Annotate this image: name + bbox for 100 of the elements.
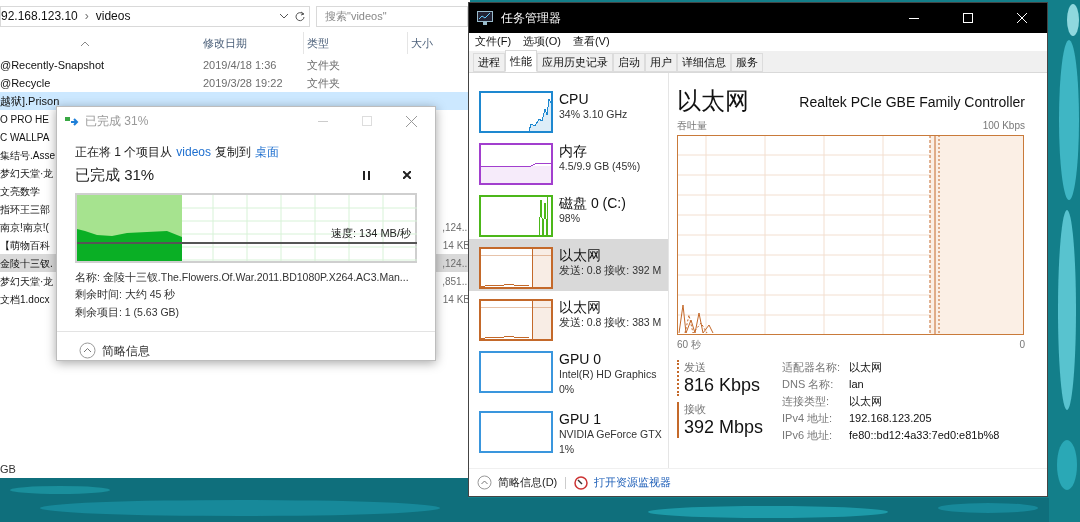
minimize-icon[interactable] [909,17,919,19]
refresh-icon[interactable] [294,10,305,22]
modified-date: 2019/3/28 19:22 [203,76,283,89]
breadcrumb-separator: › [84,8,89,25]
column-header[interactable]: 大小 [408,32,470,54]
menu-item[interactable]: 选项(O) [523,32,561,50]
file-name[interactable]: 【萌物百科 [0,236,56,254]
property-label: IPv4 地址: [782,411,834,426]
resource-stat: 0% [559,382,576,397]
resource-stat: 1% [559,442,576,457]
file-type: 文件夹 [307,58,340,71]
tab[interactable]: 进程 [473,53,505,72]
axis-time-right: 0 [1019,338,1025,352]
property-label: 适配器名称: [782,360,842,375]
detail-line: 剩余时间: 大约 45 秒 [75,287,177,303]
property-label: DNS 名称: [782,377,835,392]
resource-stat: NVIDIA GeForce GTX [559,427,662,442]
tab[interactable]: 服务 [731,53,763,72]
tab[interactable]: 性能 [505,50,537,72]
axis-max: 100 Kbps [982,119,1025,133]
file-row[interactable]: @Recently-Snapshot 2019/4/18 1:36 文件夹 [0,56,470,74]
task-manager-icon [477,11,493,25]
file-name: 越狱].Prison [0,94,60,107]
resource-item[interactable]: 以太网 发送: 0.8 接收: 383 M [469,291,668,343]
window-title: 任务管理器 [501,10,561,27]
property-value: 以太网 [849,360,883,375]
axis-time-left: 60 秒 [677,338,701,352]
folder-link[interactable]: videos [176,143,212,161]
column-header[interactable]: 修改日期 [200,32,304,54]
cancel-icon[interactable] [403,171,411,180]
resource-stat: 34% 3.10 GHz [559,107,628,122]
summary-toggle[interactable]: 简略信息 [102,341,150,360]
stat-label: 接收 [684,402,707,416]
file-size: ,851... [441,274,470,289]
tab[interactable]: 启动 [613,53,645,72]
file-size: ,124... [441,220,470,235]
breadcrumb[interactable]: 92.168.123.10 [1,7,78,25]
collapse-icon[interactable] [79,342,96,360]
tab[interactable]: 用户 [645,53,677,72]
search-field[interactable]: 搜索"videos" [316,5,468,27]
collapse-icon[interactable] [477,475,492,490]
resource-name: 以太网 [559,247,602,263]
file-name[interactable]: 金陵十三钗. [0,254,56,272]
gauge-icon [574,475,589,490]
detail-line: 名称: 金陵十三钗.The.Flowers.Of.War.2011.BD1080P.X264.AC3.Man... [75,269,410,285]
resource-name: 内存 [559,143,588,159]
file-name[interactable]: 集结号.Asse [0,146,56,164]
resource-stat: Intel(R) HD Graphics [559,367,657,382]
resource-name: 磁盘 0 (C:) [559,195,626,211]
resource-stat: 发送: 0.8 接收: 383 M [559,315,662,330]
resource-item[interactable]: 磁盘 0 (C:) 98% [469,187,668,239]
pause-icon[interactable] [363,170,370,180]
file-size: ,124... [436,254,470,272]
resource-item[interactable]: GPU 1 NVIDIA GeForce GTX 1% [469,403,668,463]
file-name[interactable]: 梦幻天堂·龙 [0,272,56,290]
resource-item[interactable]: GPU 0 Intel(R) HD Graphics 0% [469,343,668,403]
menu-item[interactable]: 文件(F) [475,32,512,50]
resource-name: GPU 1 [559,411,602,427]
tab[interactable]: 应用历史记录 [537,53,613,72]
file-type: 文件夹 [307,76,340,89]
copy-icon [65,116,79,126]
property-value: 以太网 [849,394,883,409]
menu-item[interactable]: 查看(V) [572,32,610,50]
axis-label: 吞吐量 [677,119,707,133]
resource-name: GPU 0 [559,351,602,367]
detail-title: 以太网 [677,87,749,115]
file-name[interactable]: 文档1.docx [0,290,56,308]
file-name[interactable]: 文亮数学 [0,182,56,200]
speed-label: 速度: 134 MB/秒 [330,225,411,241]
property-label: IPv6 地址: [782,428,834,443]
file-name[interactable]: 指环王三部 [0,200,56,218]
file-row[interactable]: @Recycle 2019/3/28 19:22 文件夹 [0,74,470,92]
file-name[interactable]: C WALLPA [0,128,56,146]
breadcrumb[interactable]: videos [95,7,131,25]
modified-date: 2019/4/18 1:36 [203,58,277,71]
property-value: lan [849,377,865,392]
tab[interactable]: 详细信息 [677,53,731,72]
resource-stat: 4.5/9.9 GB (45%) [559,159,641,174]
copy-message: 复制到 [215,144,252,161]
file-name[interactable]: 南京!南京!( [0,218,56,236]
file-name: @Recently-Snapshot [0,58,105,71]
address-bar[interactable]: 92.168.123.10 › videos [0,5,310,27]
status-text: GB [0,461,16,477]
resource-stat: 98% [559,211,581,226]
stat-value: 392 Mbps [684,416,765,438]
sort-caret-icon [81,40,89,46]
resource-item[interactable]: 内存 4.5/9.9 GB (45%) [469,135,668,187]
file-name[interactable]: 梦幻天堂·龙 [0,164,56,182]
resource-item[interactable]: 以太网 发送: 0.8 接收: 392 M [469,239,668,291]
folder-link[interactable]: 桌面 [255,143,280,161]
resource-monitor-link[interactable]: 打开资源监视器 [594,474,672,491]
dropdown-icon[interactable] [280,13,288,19]
detail-line: 剩余项目: 1 (5.63 GB) [75,305,181,320]
file-name[interactable]: O PRO HE [0,110,56,128]
property-value: 192.168.123.205 [849,411,933,426]
column-header[interactable]: 类型 [304,32,408,54]
resource-item[interactable]: CPU 34% 3.10 GHz [469,83,668,135]
resource-name: 以太网 [559,299,602,315]
summary-toggle[interactable]: 简略信息(D) [498,474,558,491]
progress-heading: 已完成 31% [75,165,155,185]
